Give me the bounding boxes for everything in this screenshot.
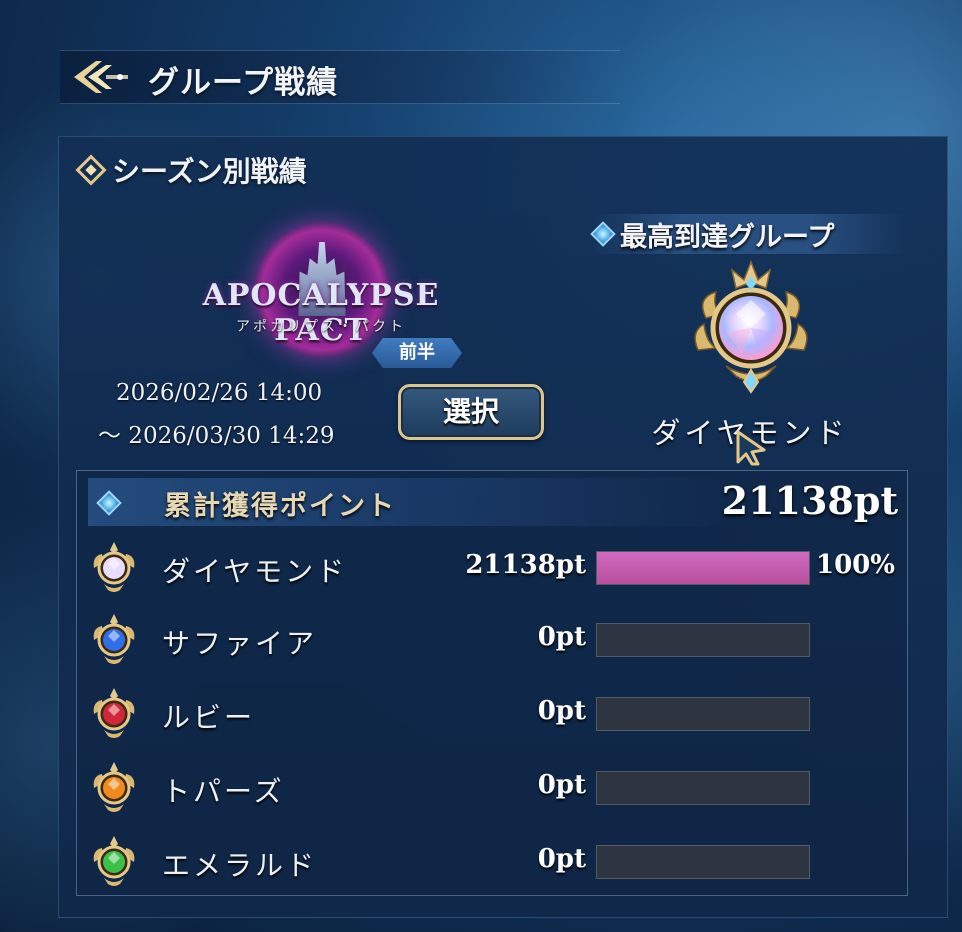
group-name: サファイア — [162, 627, 318, 660]
group-row: サファイア 0pt — [90, 612, 900, 668]
group-points: 0pt — [537, 770, 586, 800]
progress-percent: 100% — [816, 550, 895, 580]
progress-bar — [596, 771, 810, 805]
group-name: ルビー — [162, 701, 256, 734]
diamond-bullet-shape — [96, 490, 122, 516]
group-name: エメラルド — [162, 849, 318, 882]
group-row: トパーズ 0pt — [90, 760, 900, 816]
diamond-bullet-icon — [96, 490, 122, 516]
group-points: 0pt — [537, 622, 586, 652]
group-points: 0pt — [537, 696, 586, 726]
group-name: トパーズ — [162, 775, 285, 808]
sapphire-emblem-icon — [90, 612, 138, 668]
group-row: ルビー 0pt — [90, 686, 900, 742]
header-bar: グループ戦績 — [60, 50, 620, 104]
progress-bar — [596, 845, 810, 879]
logo-subtitle: アポカリプス・パクト — [236, 319, 406, 335]
emerald-emblem-icon — [90, 834, 138, 890]
diamond-bullet-icon — [75, 154, 107, 186]
season-section-heading: シーズン別戦績 — [75, 150, 307, 190]
topaz-emblem-icon — [90, 760, 138, 816]
period-end: ～ 2026/03/30 14:29 — [98, 423, 335, 449]
progress-bar — [596, 697, 810, 731]
group-row: ダイヤモンド 21138pt 100% — [90, 540, 900, 596]
group-row: エメラルド 0pt — [90, 834, 900, 890]
progress-bar — [596, 551, 810, 585]
mouse-cursor-icon — [736, 430, 766, 466]
points-total: 21138pt — [721, 478, 898, 523]
progress-bar — [596, 623, 810, 657]
points-box — [76, 470, 908, 896]
back-button[interactable] — [72, 59, 130, 95]
diamond-emblem-icon — [90, 540, 138, 596]
page-title: グループ戦績 — [148, 65, 339, 101]
period-start: 2026/02/26 14:00 — [116, 380, 323, 406]
season-heading-label: シーズン別戦績 — [112, 155, 307, 188]
diamond-bullet-icon — [590, 221, 616, 247]
group-points: 21138pt — [465, 550, 586, 580]
points-heading: 累計獲得ポイント — [164, 491, 396, 522]
highest-group-label: 最高到達グループ — [620, 221, 835, 253]
ruby-emblem-icon — [90, 686, 138, 742]
group-points: 0pt — [537, 844, 586, 874]
season-logo: APOCALYPSE PACT アポカリプス・パクト 前半 — [176, 218, 466, 368]
back-arrow-icon — [74, 61, 128, 93]
group-name: ダイヤモンド — [162, 555, 348, 588]
half-badge: 前半 — [372, 338, 462, 368]
progress-fill — [597, 552, 809, 584]
logo-title: APOCALYPSE PACT — [202, 278, 440, 348]
diamond-emblem-icon — [686, 258, 816, 396]
select-season-button[interactable]: 選択 — [398, 384, 544, 440]
highest-group-heading: 最高到達グループ — [588, 214, 906, 254]
